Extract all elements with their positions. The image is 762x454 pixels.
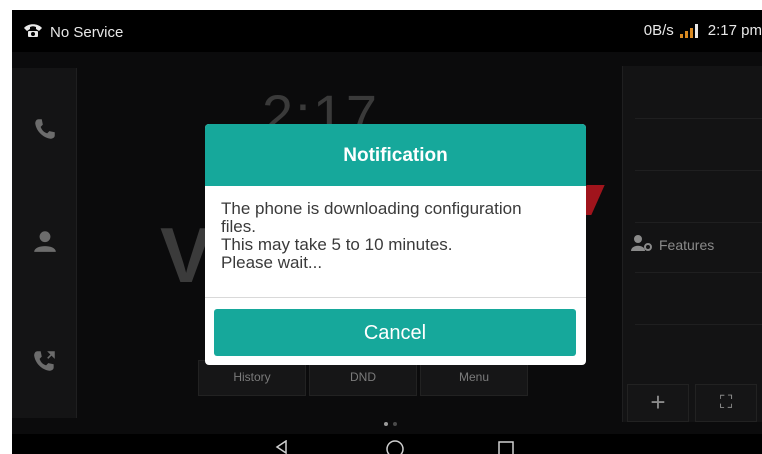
fullscreen-button[interactable]: ⛶: [695, 384, 757, 422]
softkey-bar: History DND Menu: [198, 360, 528, 396]
features-label: Features: [659, 236, 715, 253]
phone-icon: [22, 22, 44, 42]
right-panel: Features + ⛶: [622, 66, 762, 422]
status-left: No Service: [22, 22, 123, 42]
add-button[interactable]: +: [627, 384, 689, 422]
message-line: This may take 5 to 10 minutes.: [221, 235, 453, 254]
signal-icon: [679, 23, 698, 38]
message-line: The phone is downloading configuration: [221, 199, 522, 218]
carrier-label: No Service: [50, 23, 124, 41]
divider: [635, 324, 762, 325]
message-line: files.: [221, 217, 256, 236]
phone-screen: No Service 0B/s 2:17 pm 2:17 V History D…: [12, 10, 762, 454]
page-indicator: [384, 422, 397, 426]
features-item[interactable]: Features: [631, 234, 714, 255]
divider: [635, 272, 762, 273]
network-speed: 0B/s: [643, 22, 674, 39]
call-transfer-icon[interactable]: [32, 348, 58, 374]
back-icon[interactable]: [274, 439, 292, 454]
softkey-menu[interactable]: Menu: [420, 360, 528, 396]
message-line: Please wait...: [221, 253, 323, 272]
nav-bar: [12, 434, 762, 454]
phone-handset-icon[interactable]: [32, 116, 58, 142]
cancel-button[interactable]: Cancel: [214, 309, 576, 356]
softkey-history[interactable]: History: [198, 360, 306, 396]
divider: [635, 118, 762, 119]
features-icon: [631, 234, 653, 255]
dialog-title: Notification: [205, 124, 586, 186]
dialog-divider: [205, 297, 586, 298]
contacts-icon[interactable]: [32, 228, 58, 254]
status-bar: No Service 0B/s 2:17 pm: [12, 10, 762, 52]
recents-icon[interactable]: [498, 440, 516, 454]
status-time: 2:17 pm: [707, 22, 762, 39]
status-right: 0B/s 2:17 pm: [644, 22, 762, 39]
softkey-dnd[interactable]: DND: [309, 360, 417, 396]
left-panel: [12, 68, 77, 418]
divider: [635, 170, 762, 171]
divider: [635, 222, 762, 223]
home-icon[interactable]: [386, 440, 404, 454]
notification-dialog: Notification The phone is downloading co…: [205, 124, 586, 365]
dialog-message: The phone is downloading configuration f…: [205, 186, 586, 272]
